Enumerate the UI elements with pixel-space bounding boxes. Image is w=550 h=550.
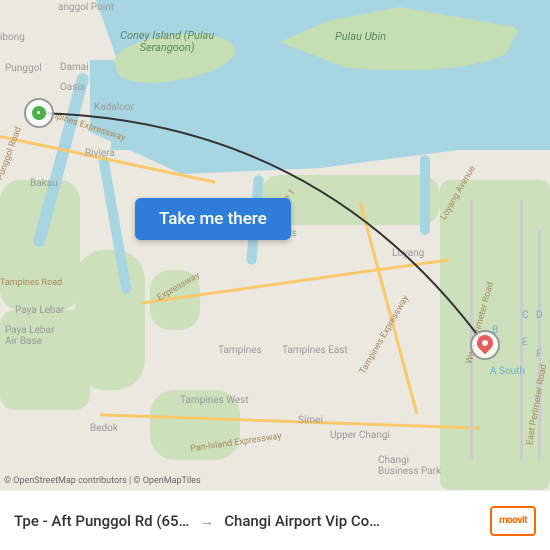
runway-1 [470,200,473,460]
pulau-ubin [280,0,520,70]
route-summary: Tpe - Aft Punggol Rd (65… → Changi Airpo… [14,512,490,530]
destination-marker[interactable] [470,330,500,360]
origin-marker[interactable] [24,98,54,128]
take-me-there-button[interactable]: Take me there [135,198,291,240]
river-4 [420,155,430,235]
map-attribution: © OpenStreetMap contributors | © OpenMap… [4,476,201,486]
map-view[interactable]: Coney Island (Pulau Serangoon) Pulau Ubi… [0,0,550,490]
route-footer: Tpe - Aft Punggol Rd (65… → Changi Airpo… [0,490,550,550]
pin-icon [477,335,493,355]
park-5 [150,390,240,460]
arrow-right-icon: → [199,512,214,530]
runway-2 [520,200,523,460]
park-3 [75,250,145,390]
moovit-logo[interactable]: moovit [490,506,536,536]
route-origin: Tpe - Aft Punggol Rd (65… [14,512,189,530]
runway-3 [538,230,541,460]
route-destination: Changi Airport Vip Co… [224,512,380,530]
origin-icon [32,106,46,120]
map-background [0,0,550,490]
